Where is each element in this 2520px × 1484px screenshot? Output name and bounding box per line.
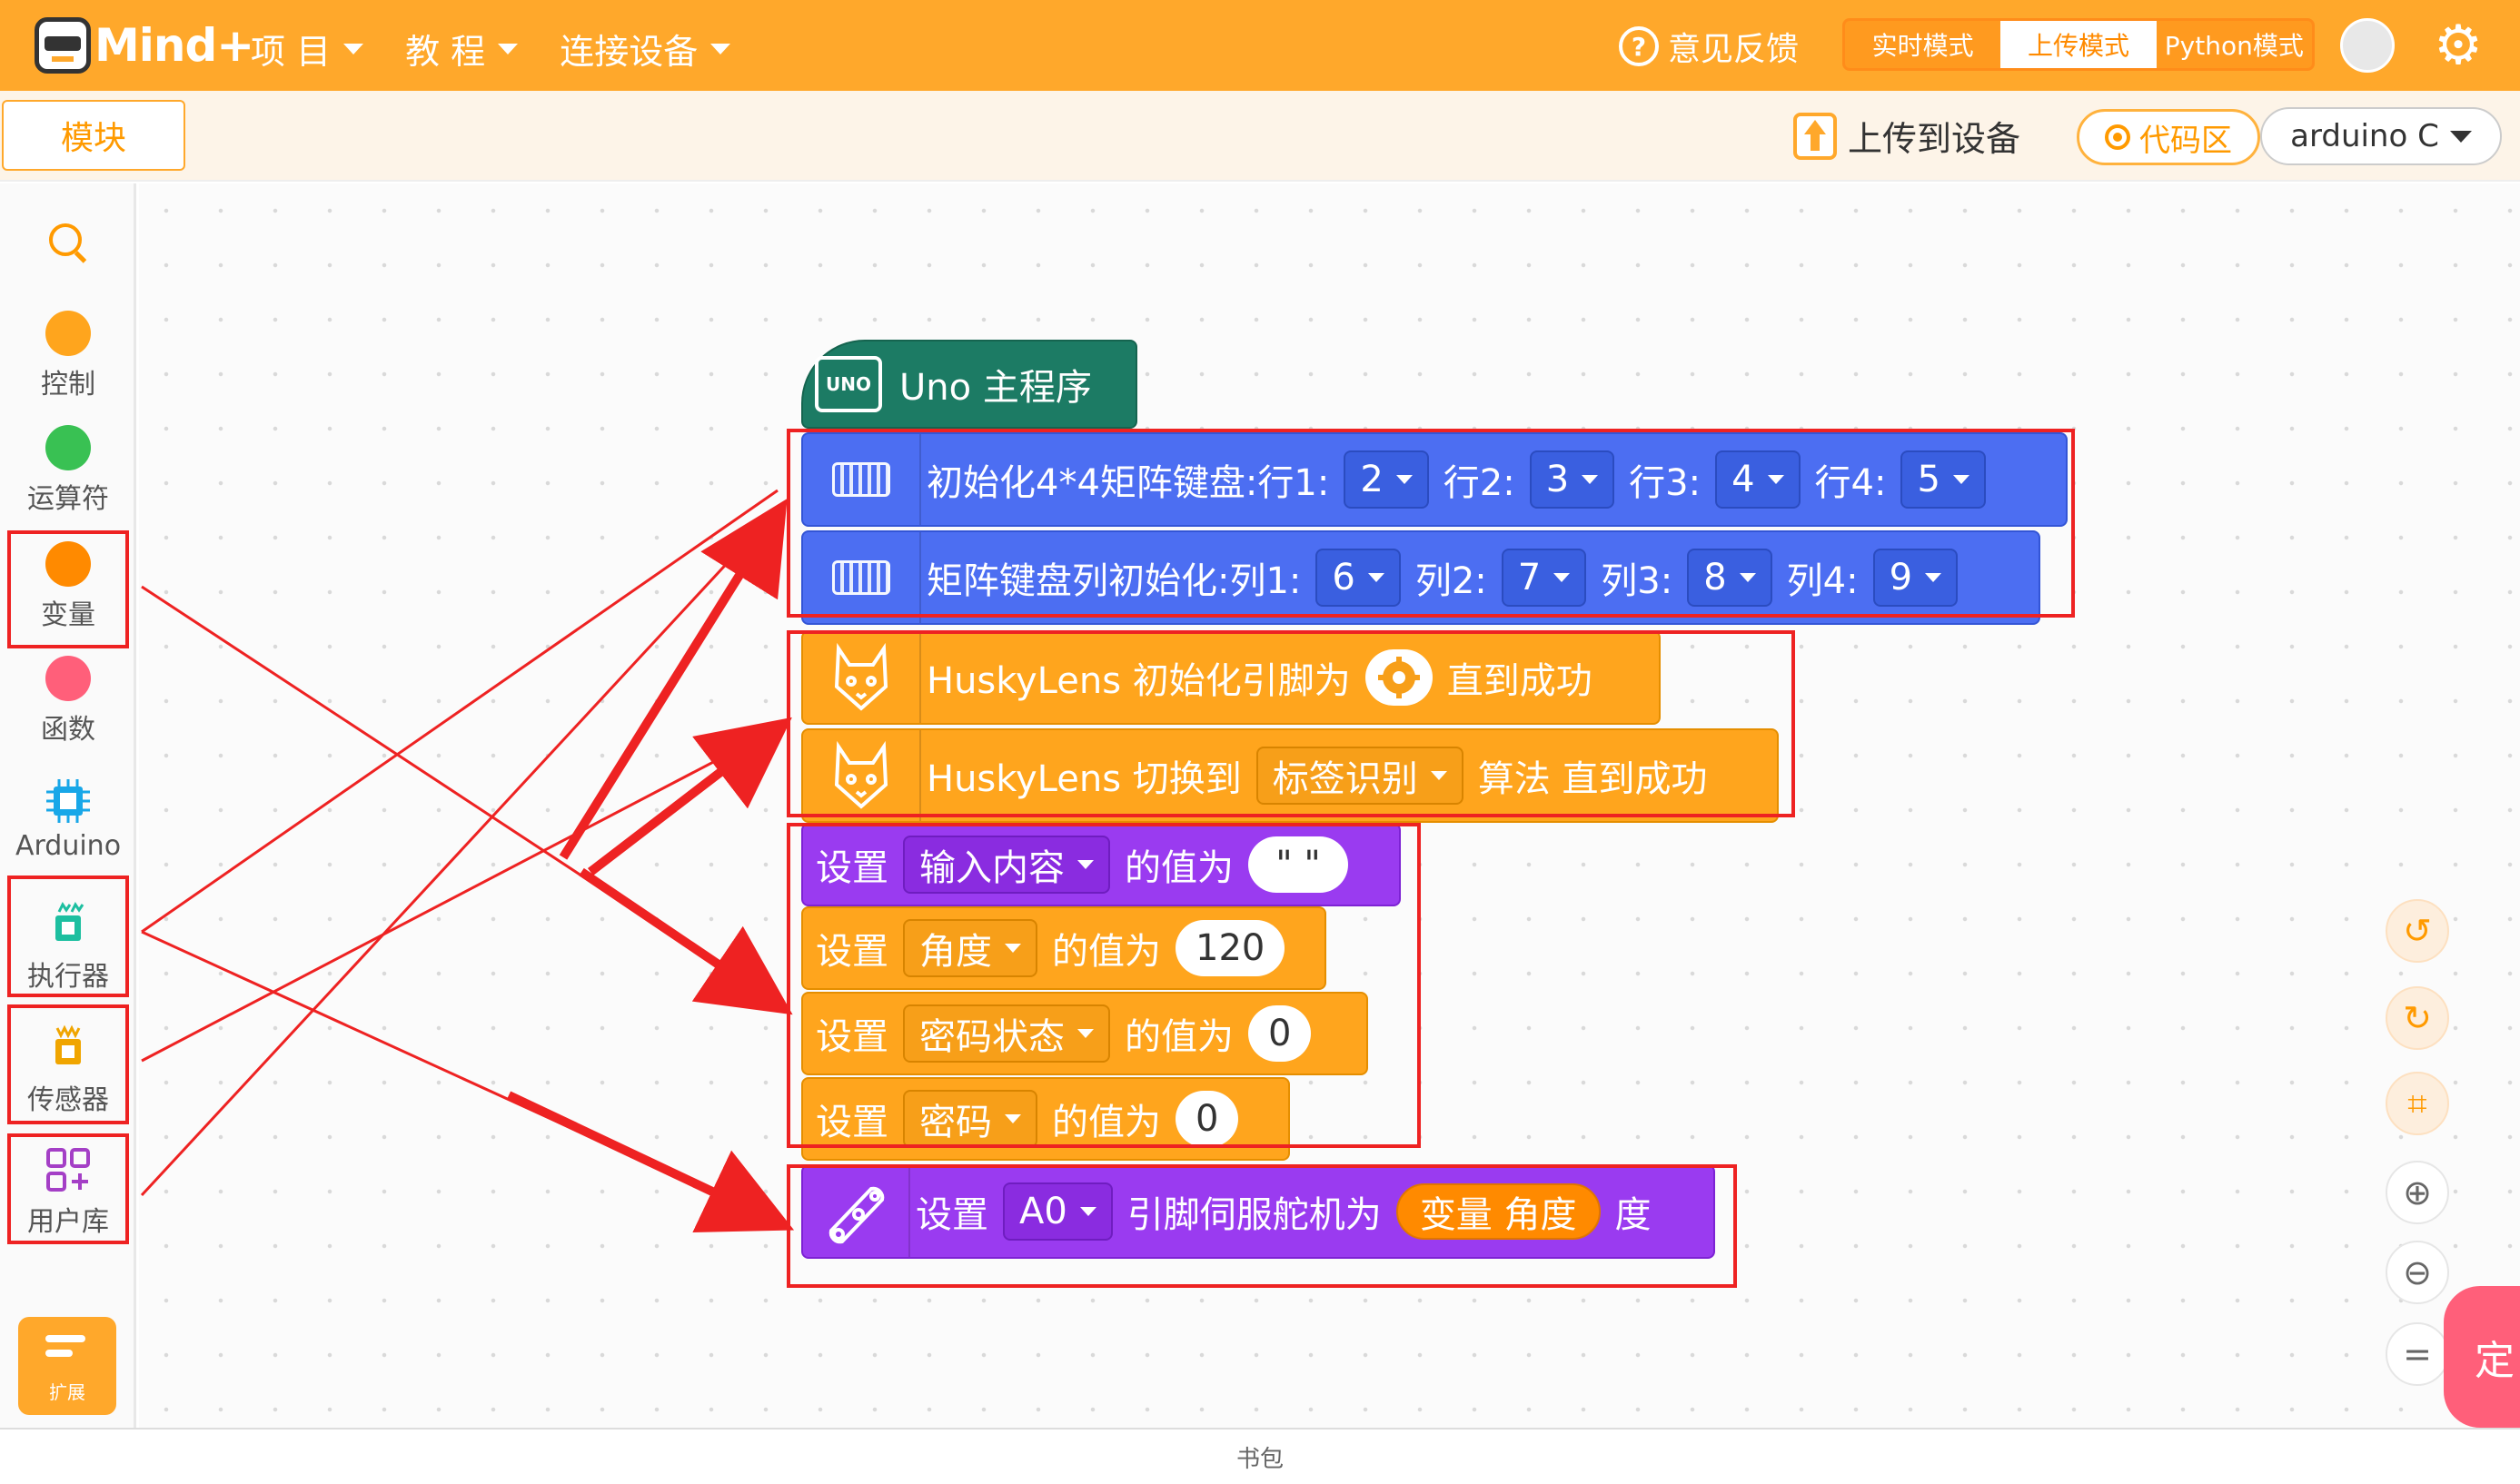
extensions-icon (45, 1335, 85, 1371)
highlight-user-library (7, 1133, 129, 1244)
side-tab-label: 定 (2475, 1338, 2515, 1384)
highlight-actuators (7, 876, 129, 997)
code-area-icon (2105, 124, 2130, 150)
side-panel-tab[interactable]: 定 (2444, 1286, 2520, 1428)
highlight-variables (7, 530, 129, 648)
upload-icon (1793, 112, 1837, 160)
extensions-label: 扩展 (49, 1381, 85, 1403)
feedback-label: 意见反馈 (1668, 31, 1800, 68)
app-logo[interactable]: Mind+ (35, 13, 254, 78)
upload-to-device-button[interactable]: 上传到设备 (1793, 111, 2020, 161)
code-area-button[interactable]: 代码区 (2077, 109, 2260, 165)
sub-bar: 模块 上传到设备 代码区 arduino C (0, 91, 2520, 182)
logo-text: Mind+ (94, 19, 254, 72)
upload-label: 上传到设备 (1848, 119, 2021, 159)
feedback-button[interactable]: ? 意见反馈 (1619, 23, 1799, 70)
arduino-chip-icon (46, 779, 90, 823)
highlight-sensors (7, 1004, 129, 1124)
mode-realtime[interactable]: 实时模式 (1845, 21, 2000, 68)
menu-project-label: 项 目 (251, 32, 332, 72)
operators-dot-icon (45, 425, 91, 470)
category-functions[interactable]: 函数 (0, 656, 136, 747)
backpack-bar[interactable]: 书包 (0, 1428, 2520, 1484)
avatar[interactable] (2340, 18, 2395, 73)
category-control[interactable]: 控制 (0, 311, 136, 401)
menu-tutorial[interactable]: 教 程 (405, 24, 519, 74)
language-value: arduino C (2290, 118, 2439, 154)
menu-connect-device[interactable]: 连接设备 (560, 24, 731, 74)
menu-tutorial-label: 教 程 (405, 32, 486, 72)
backpack-label: 书包 (1235, 1445, 1284, 1473)
chevron-down-icon (710, 43, 731, 54)
highlight-variable-blocks (787, 823, 1421, 1148)
highlight-keypad-blocks (787, 429, 2075, 618)
menu-project[interactable]: 项 目 (251, 24, 364, 74)
category-label: 运算符 (27, 483, 109, 515)
crop-icon[interactable]: ⌗ (2386, 1072, 2449, 1135)
undo-button[interactable]: ↺ (2386, 899, 2449, 963)
hat-label: Uno 主程序 (899, 367, 1092, 409)
zoom-reset-button[interactable]: = (2386, 1322, 2449, 1386)
top-bar: Mind+ 项 目 教 程 连接设备 ? 意见反馈 实时模式 上传模式 Pyth… (0, 0, 2520, 91)
code-area-label: 代码区 (2139, 122, 2232, 159)
menu-connect-label: 连接设备 (560, 32, 699, 72)
redo-button[interactable]: ↻ (2386, 986, 2449, 1050)
category-label: 控制 (41, 369, 95, 401)
tab-modules[interactable]: 模块 (2, 100, 185, 171)
robot-logo-icon (35, 17, 91, 74)
highlight-servo-block (787, 1164, 1737, 1288)
language-select[interactable]: arduino C (2260, 107, 2502, 165)
mode-python[interactable]: Python模式 (2157, 21, 2312, 68)
highlight-huskylens-blocks (787, 630, 1795, 817)
question-icon: ? (1619, 26, 1659, 66)
control-dot-icon (45, 311, 91, 356)
mode-upload[interactable]: 上传模式 (2000, 21, 2157, 68)
uno-board-icon: UNO (803, 356, 894, 412)
mode-switch: 实时模式 上传模式 Python模式 (1842, 18, 2315, 71)
uno-icon-text: UNO (815, 356, 882, 412)
chevron-down-icon (498, 43, 519, 54)
category-operators[interactable]: 运算符 (0, 425, 136, 516)
functions-dot-icon (45, 656, 91, 701)
gear-icon[interactable]: ⚙ (2431, 18, 2485, 73)
zoom-in-button[interactable]: ⊕ (2386, 1161, 2449, 1224)
category-arduino[interactable]: Arduino (0, 776, 136, 862)
zoom-out-button[interactable]: ⊖ (2386, 1241, 2449, 1304)
top-nav: 项 目 教 程 连接设备 (251, 24, 731, 74)
chevron-down-icon (2449, 130, 2472, 143)
chevron-down-icon (343, 43, 364, 54)
extensions-button[interactable]: 扩展 (18, 1317, 116, 1415)
category-sidebar: 控制 运算符 变量 函数 Arduino 执行器 传感器 用户库 (0, 183, 136, 1428)
category-label: Arduino (15, 830, 122, 862)
category-label: 函数 (41, 714, 95, 746)
search-icon[interactable] (49, 223, 82, 256)
uno-main-hat-block[interactable]: UNO Uno 主程序 (801, 340, 1137, 429)
